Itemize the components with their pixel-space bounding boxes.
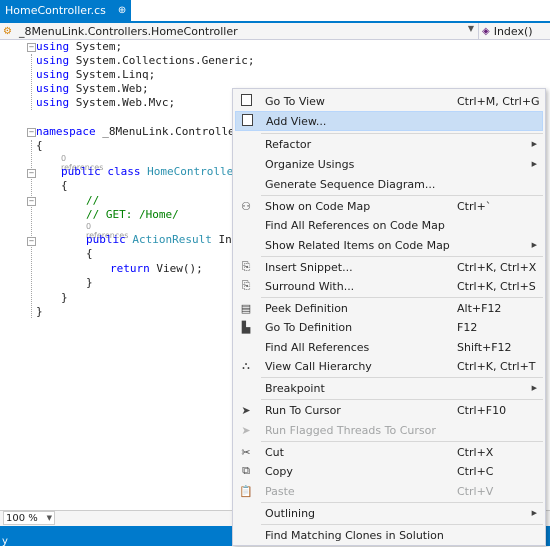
code-line: using System.Linq; — [36, 68, 156, 81]
code-line: public ActionResult Inde — [86, 233, 245, 246]
go-to-definition-icon: ▙ — [241, 320, 251, 334]
menu-item-generate-sequence-diagram[interactable]: Generate Sequence Diagram... — [233, 174, 545, 194]
menu-item-show-on-code-map[interactable]: ⚇ Show on Code Map Ctrl+` — [233, 196, 545, 216]
menu-item-find-all-references-code-map[interactable]: Find All References on Code Map — [233, 215, 545, 235]
scissors-icon: ✂ — [241, 445, 251, 459]
collapse-toggle[interactable]: − — [27, 197, 36, 206]
code-line: } — [86, 276, 93, 289]
class-path: _8MenuLink.Controllers.HomeController — [19, 24, 238, 38]
menu-item-refactor[interactable]: Refactor ▶ — [233, 134, 545, 154]
member-dropdown[interactable]: ◈ Index() — [478, 23, 550, 39]
code-line: return View(); — [110, 262, 203, 275]
member-name: Index() — [493, 24, 533, 38]
menu-item-find-all-references[interactable]: Find All References Shift+F12 — [233, 337, 545, 357]
submenu-arrow-icon: ▶ — [531, 509, 537, 517]
snippet-icon: ⎘ — [241, 260, 251, 273]
copy-icon: ⧉ — [242, 464, 250, 477]
code-line: } — [36, 305, 43, 318]
menu-item-run-to-cursor[interactable]: ➤ Run To Cursor Ctrl+F10 — [233, 400, 545, 420]
menu-item-run-flagged-threads: ➤ Run Flagged Threads To Cursor — [233, 420, 545, 440]
menu-item-go-to-view[interactable]: Go To View Ctrl+M, Ctrl+G — [233, 91, 545, 111]
menu-item-breakpoint[interactable]: Breakpoint ▶ — [233, 378, 545, 398]
menu-item-insert-snippet[interactable]: ⎘ Insert Snippet... Ctrl+K, Ctrl+X — [233, 257, 545, 277]
code-line: using System.Web; — [36, 82, 149, 95]
menu-item-view-call-hierarchy[interactable]: ⛬ View Call Hierarchy Ctrl+K, Ctrl+T — [233, 356, 545, 376]
code-line: using System; — [36, 40, 123, 53]
class-dropdown[interactable]: ⚙ _8MenuLink.Controllers.HomeController … — [3, 23, 476, 39]
zoom-dropdown[interactable]: 100 % ▼ — [3, 511, 55, 525]
chevron-down-icon: ▼ — [46, 514, 52, 522]
chevron-down-icon: ▼ — [467, 24, 474, 33]
submenu-arrow-icon: ▶ — [531, 160, 537, 168]
cursor-icon: ➤ — [241, 403, 251, 417]
add-view-icon — [240, 113, 254, 129]
menu-item-outlining[interactable]: Outlining ▶ — [233, 503, 545, 523]
menu-item-organize-usings[interactable]: Organize Usings ▶ — [233, 154, 545, 174]
context-menu: Go To View Ctrl+M, Ctrl+G Add View... Re… — [232, 88, 546, 546]
menu-item-add-view[interactable]: Add View... — [235, 111, 543, 131]
go-to-view-icon — [239, 93, 253, 109]
peek-definition-icon: ▤ — [240, 301, 252, 315]
outline-guide — [31, 54, 32, 110]
code-line: { — [86, 247, 93, 260]
code-line: // GET: /Home/ — [86, 208, 179, 221]
code-line: public class HomeController — [61, 165, 240, 178]
tab-label: HomeController.cs — [5, 4, 106, 17]
code-line: { — [36, 139, 43, 152]
menu-item-copy[interactable]: ⧉ Copy Ctrl+C — [233, 461, 545, 481]
menu-item-cut[interactable]: ✂ Cut Ctrl+X — [233, 442, 545, 462]
cursor-icon: ➤ — [241, 423, 251, 437]
submenu-arrow-icon: ▶ — [531, 140, 537, 148]
collapse-toggle[interactable]: − — [27, 169, 36, 178]
collapse-toggle[interactable]: − — [27, 128, 36, 137]
class-icon: ⚙ — [3, 25, 12, 37]
outline-guide — [31, 140, 32, 318]
code-map-icon: ⚇ — [241, 199, 251, 213]
menu-item-find-matching-clones[interactable]: Find Matching Clones in Solution — [233, 525, 545, 545]
document-tabstrip: HomeController.cs ⊕ ✕ — [0, 0, 550, 23]
submenu-arrow-icon: ▶ — [531, 241, 537, 249]
collapse-toggle[interactable]: − — [27, 237, 36, 246]
code-line: } — [61, 291, 68, 304]
navigation-bar: ⚙ _8MenuLink.Controllers.HomeController … — [0, 23, 550, 40]
menu-item-surround-with[interactable]: ⎘ Surround With... Ctrl+K, Ctrl+S — [233, 276, 545, 296]
menu-item-go-to-definition[interactable]: ▙ Go To Definition F12 — [233, 317, 545, 337]
call-hierarchy-icon: ⛬ — [242, 359, 250, 372]
clipboard-icon: 📋 — [239, 484, 253, 498]
menu-item-paste: 📋 Paste Ctrl+V — [239, 484, 494, 498]
code-line: { — [61, 179, 68, 192]
zoom-level: 100 % — [6, 512, 38, 524]
pin-icon[interactable]: ⊕ — [118, 5, 126, 16]
code-line: // — [86, 194, 100, 207]
close-icon[interactable]: ✕ — [134, 4, 144, 18]
surround-icon: ⎘ — [241, 279, 251, 292]
code-line: using System.Web.Mvc; — [36, 96, 176, 109]
method-icon: ◈ — [482, 25, 490, 37]
menu-item-peek-definition[interactable]: ▤ Peek Definition Alt+F12 — [233, 298, 545, 318]
menu-item-show-related-items[interactable]: Show Related Items on Code Map ▶ — [233, 235, 545, 255]
status-text: y — [2, 536, 8, 547]
tab-homecontroller[interactable]: HomeController.cs ⊕ ✕ — [0, 0, 144, 21]
submenu-arrow-icon: ▶ — [531, 384, 537, 392]
code-line: namespace _8MenuLink.Controllers — [36, 125, 248, 138]
code-line: using System.Collections.Generic; — [36, 54, 255, 67]
collapse-toggle[interactable]: − — [27, 43, 36, 52]
